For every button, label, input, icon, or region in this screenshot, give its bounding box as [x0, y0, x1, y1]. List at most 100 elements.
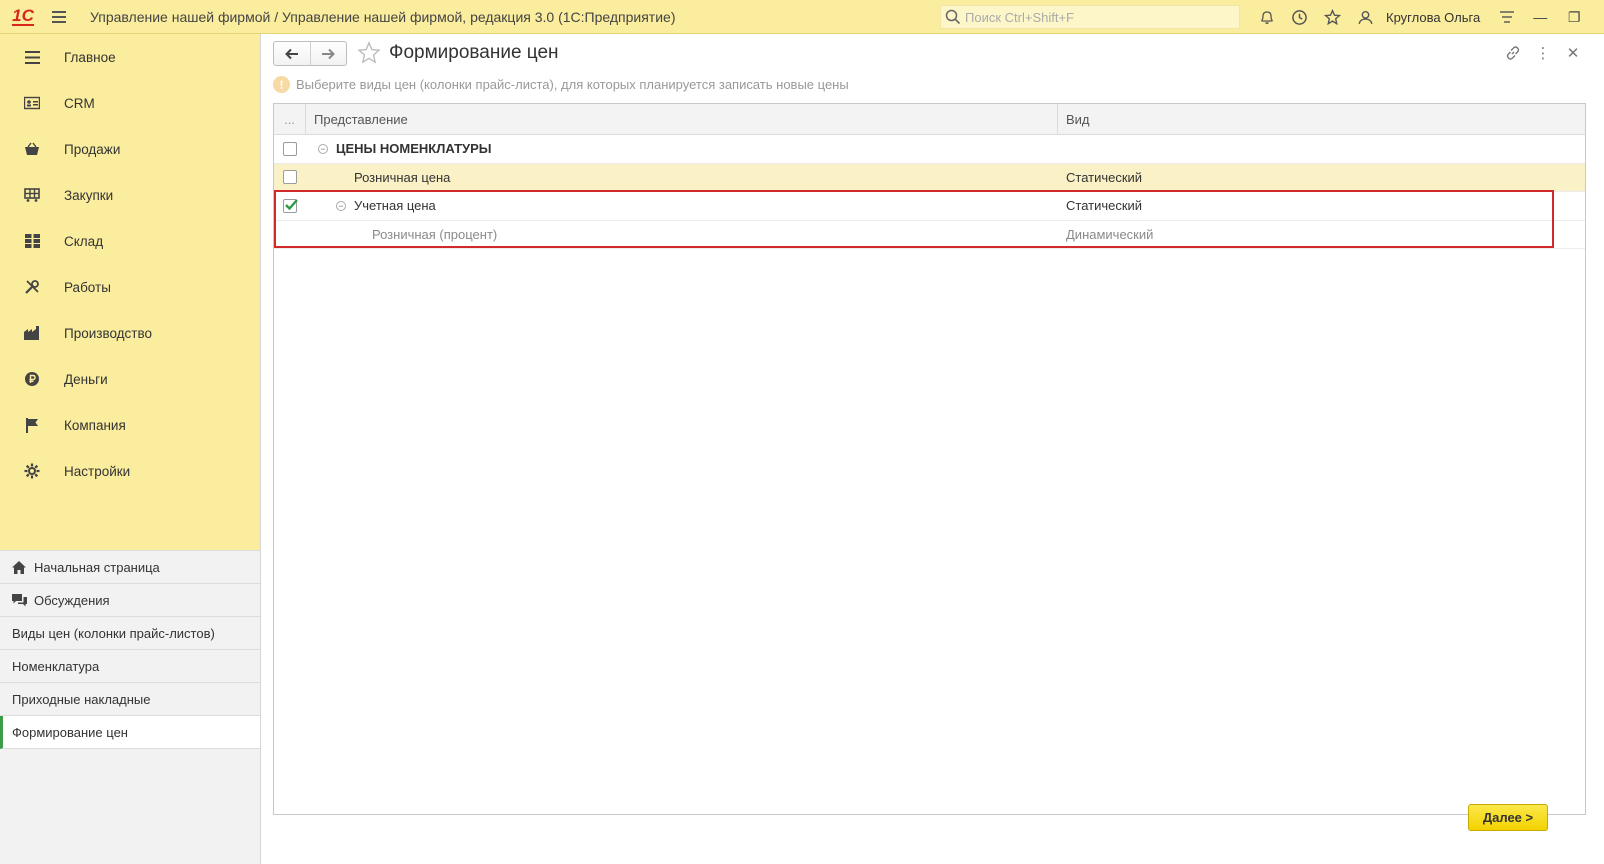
forward-button[interactable] — [309, 42, 346, 65]
arrow-left-icon — [285, 48, 298, 59]
main-menu-burger-icon[interactable] — [46, 0, 72, 34]
row-kind: Статический — [1066, 198, 1143, 214]
form-close-icon[interactable]: ✕ — [1558, 40, 1588, 66]
menu-lines-icon — [0, 50, 64, 64]
more-vertical-icon[interactable]: ⋮ — [1528, 40, 1558, 66]
row-representation: Учетная цена — [354, 198, 436, 214]
title-bar: 1С Управление нашей фирмой / Управление … — [0, 0, 1604, 34]
column-header-kind[interactable]: Вид — [1058, 104, 1585, 134]
open-window-label: Приходные накладные — [12, 691, 151, 707]
section-sales[interactable]: Продажи — [0, 126, 260, 172]
open-window-price-types[interactable]: Виды цен (колонки прайс-листов) — [0, 617, 260, 650]
hint-text: ! Выберите виды цен (колонки прайс-листа… — [273, 76, 849, 93]
flag-icon — [0, 417, 64, 433]
row-representation: ЦЕНЫ НОМЕНКЛАТУРЫ — [336, 141, 492, 157]
close-icon[interactable]: ✕ — [1591, 0, 1604, 34]
section-company[interactable]: Компания — [0, 402, 260, 448]
arrow-right-icon — [322, 48, 336, 59]
table-row[interactable]: Розничная цена Статический — [274, 163, 1585, 192]
search-input[interactable] — [965, 9, 1225, 25]
section-settings[interactable]: Настройки — [0, 448, 260, 494]
user-name[interactable]: Круглова Ольга — [1386, 10, 1480, 25]
sidebar: Главное CRM Продажи Закупки Склад Работы… — [0, 34, 261, 864]
settings-lines-icon[interactable] — [1490, 0, 1523, 34]
open-windows-list: Начальная страница Обсуждения Виды цен (… — [0, 550, 260, 864]
section-label: CRM — [64, 95, 95, 111]
row-checkbox-checked[interactable] — [283, 198, 298, 213]
tools-icon — [0, 279, 64, 295]
open-window-home[interactable]: Начальная страница — [0, 551, 260, 584]
column-header-representation[interactable]: Представление — [306, 104, 1058, 134]
section-money[interactable]: Деньги — [0, 356, 260, 402]
shopping-basket-icon — [0, 142, 64, 156]
open-window-label: Номенклатура — [12, 658, 100, 674]
warehouse-grid-icon — [0, 234, 64, 248]
notifications-bell-icon[interactable] — [1250, 0, 1283, 34]
section-label: Деньги — [64, 371, 108, 387]
table-header: ... Представление Вид — [274, 104, 1585, 135]
add-to-favorites-star-icon[interactable] — [357, 41, 381, 68]
restore-icon[interactable]: ❐ — [1557, 0, 1591, 34]
user-icon[interactable] — [1349, 0, 1382, 34]
column-options-button[interactable]: ... — [274, 104, 306, 134]
navigation-buttons — [273, 41, 347, 66]
favorites-star-icon[interactable] — [1316, 0, 1349, 34]
section-label: Работы — [64, 279, 111, 295]
section-label: Закупки — [64, 187, 114, 203]
minimize-icon[interactable]: — — [1523, 0, 1557, 34]
open-window-label: Начальная страница — [34, 559, 160, 575]
section-label: Главное — [64, 49, 116, 65]
contact-card-icon — [0, 96, 64, 110]
section-crm[interactable]: CRM — [0, 80, 260, 126]
table-row[interactable]: Розничная (процент) Динамический — [274, 221, 1585, 249]
open-window-label: Формирование цен — [12, 724, 128, 740]
section-warehouse[interactable]: Склад — [0, 218, 260, 264]
open-window-receipts[interactable]: Приходные накладные — [0, 683, 260, 716]
info-icon: ! — [273, 76, 290, 93]
collapse-toggle-icon[interactable]: − — [318, 143, 328, 154]
open-window-label: Обсуждения — [34, 592, 110, 608]
purchase-cart-icon — [0, 188, 64, 202]
section-label: Склад — [64, 233, 104, 249]
section-label: Компания — [64, 417, 126, 433]
row-representation: Розничная (процент) — [372, 226, 498, 242]
factory-icon — [0, 326, 64, 340]
search-icon — [945, 9, 961, 25]
gear-icon — [0, 463, 64, 479]
section-label: Продажи — [64, 141, 121, 157]
1c-logo: 1С — [12, 5, 34, 26]
section-purchases[interactable]: Закупки — [0, 172, 260, 218]
section-main[interactable]: Главное — [0, 34, 260, 80]
collapse-toggle-icon[interactable]: − — [336, 200, 346, 211]
form-area: Формирование цен ⋮ ✕ ! Выберите виды цен… — [261, 34, 1604, 864]
chat-icon — [12, 593, 34, 607]
section-works[interactable]: Работы — [0, 264, 260, 310]
price-types-table: ... Представление Вид − ЦЕНЫ НОМЕНКЛАТУР… — [273, 103, 1586, 815]
app-title: Управление нашей фирмой / Управление наш… — [90, 8, 676, 25]
global-search[interactable] — [940, 5, 1240, 29]
sections-panel: Главное CRM Продажи Закупки Склад Работы… — [0, 34, 260, 550]
history-clock-icon[interactable] — [1283, 0, 1316, 34]
section-label: Производство — [64, 325, 153, 341]
table-row[interactable]: − Учетная цена Статический — [274, 192, 1585, 221]
back-button[interactable] — [274, 42, 310, 65]
hint-label: Выберите виды цен (колонки прайс-листа),… — [296, 77, 849, 92]
table-row-group[interactable]: − ЦЕНЫ НОМЕНКЛАТУРЫ — [274, 135, 1585, 164]
row-kind: Статический — [1066, 169, 1143, 185]
checkmark-icon — [285, 198, 298, 211]
next-button[interactable]: Далее > — [1468, 804, 1548, 831]
ruble-coin-icon — [0, 371, 64, 387]
open-window-discussions[interactable]: Обсуждения — [0, 584, 260, 617]
link-icon[interactable] — [1498, 40, 1528, 66]
section-production[interactable]: Производство — [0, 310, 260, 356]
home-icon — [12, 560, 34, 574]
row-kind: Динамический — [1066, 226, 1154, 242]
row-representation: Розничная цена — [354, 169, 451, 185]
row-checkbox[interactable] — [283, 170, 297, 185]
open-window-label: Виды цен (колонки прайс-листов) — [12, 625, 215, 641]
open-window-price-formation[interactable]: Формирование цен — [0, 716, 260, 749]
form-title: Формирование цен — [389, 42, 559, 63]
section-label: Настройки — [64, 463, 131, 479]
row-checkbox[interactable] — [283, 141, 297, 156]
open-window-nomenclature[interactable]: Номенклатура — [0, 650, 260, 683]
